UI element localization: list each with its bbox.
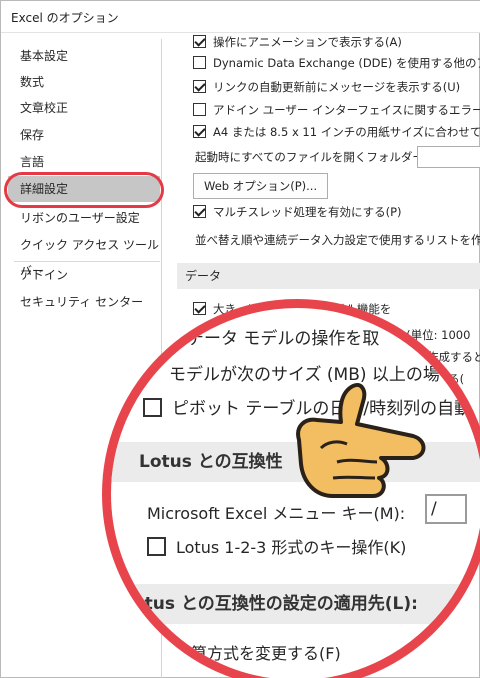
- option-multithread[interactable]: マルチスレッド処理を有効にする(P): [193, 202, 402, 222]
- checkbox[interactable]: [193, 103, 206, 116]
- sidebar-item-qat[interactable]: クイック アクセス ツール バー: [8, 232, 160, 278]
- sidebar-item-save[interactable]: 保存: [8, 122, 160, 148]
- sidebar-item-ribbon[interactable]: リボンのユーザー設定: [8, 205, 160, 231]
- checkbox[interactable]: [193, 125, 206, 138]
- web-options-button[interactable]: Web オプション(P)...: [193, 173, 329, 199]
- sidebar-item-trust-center[interactable]: セキュリティ センター: [8, 289, 160, 315]
- sidebar-item-addins[interactable]: アドイン: [8, 262, 160, 288]
- mag-lotus-apply-section: otus との互換性の設定の適用先(L):: [111, 584, 480, 624]
- highlight-ring: [4, 172, 164, 208]
- checkbox[interactable]: [193, 56, 206, 69]
- checkbox[interactable]: [143, 398, 162, 417]
- data-section-header: データ: [177, 263, 480, 289]
- option-animation[interactable]: 操作にアニメーションで表示する(A): [193, 34, 402, 52]
- mag-key-ops-option[interactable]: Lotus 1-2-3 形式のキー操作(K): [147, 534, 406, 558]
- title-bar: Excel のオプション: [1, 1, 480, 33]
- sort-list-label: 並べ替え順や連続データ入力設定で使用するリストを作成し: [195, 233, 480, 247]
- mag-menu-key-input[interactable]: /: [425, 494, 467, 524]
- option-a4[interactable]: A4 または 8.5 x 11 インチの用紙サイズに合わせて内容を: [193, 122, 480, 142]
- pointing-hand-icon: [296, 383, 426, 498]
- checkbox[interactable]: [193, 35, 206, 48]
- checkbox[interactable]: [193, 302, 206, 315]
- window-title: Excel のオプション: [11, 11, 119, 25]
- sidebar-item-basic[interactable]: 基本設定: [8, 43, 160, 69]
- sidebar-item-formulas[interactable]: 数式: [8, 69, 160, 95]
- checkbox[interactable]: [193, 80, 206, 93]
- option-link-prompt[interactable]: リンクの自動更新前にメッセージを表示する(U): [193, 77, 460, 97]
- option-addin-errors[interactable]: アドイン ユーザー インターフェイスに関するエラーを表示する: [193, 100, 480, 120]
- startup-folder-input[interactable]: [417, 146, 480, 168]
- sidebar-item-proofing[interactable]: 文章校正: [8, 95, 160, 121]
- checkbox[interactable]: [147, 537, 166, 556]
- options-dialog: Excel のオプション 基本設定 数式 文章校正 保存 言語 詳細設定 リボン…: [0, 0, 480, 678]
- mag-model-ops: きなデータ モデルの操作を取: [153, 329, 380, 349]
- startup-folder-label: 起動時にすべてのファイルを開くフォルダー(L):: [195, 150, 444, 164]
- option-dde[interactable]: Dynamic Data Exchange (DDE) を使用する他のアプ: [193, 53, 480, 73]
- magnifier-callout: きなデータ モデルの操作を取 モデルが次のサイズ (MB) 以上の場 ピボット …: [102, 299, 480, 678]
- mag-formula-option: 算方式を変更する(F): [191, 644, 341, 663]
- checkbox[interactable]: [193, 205, 206, 218]
